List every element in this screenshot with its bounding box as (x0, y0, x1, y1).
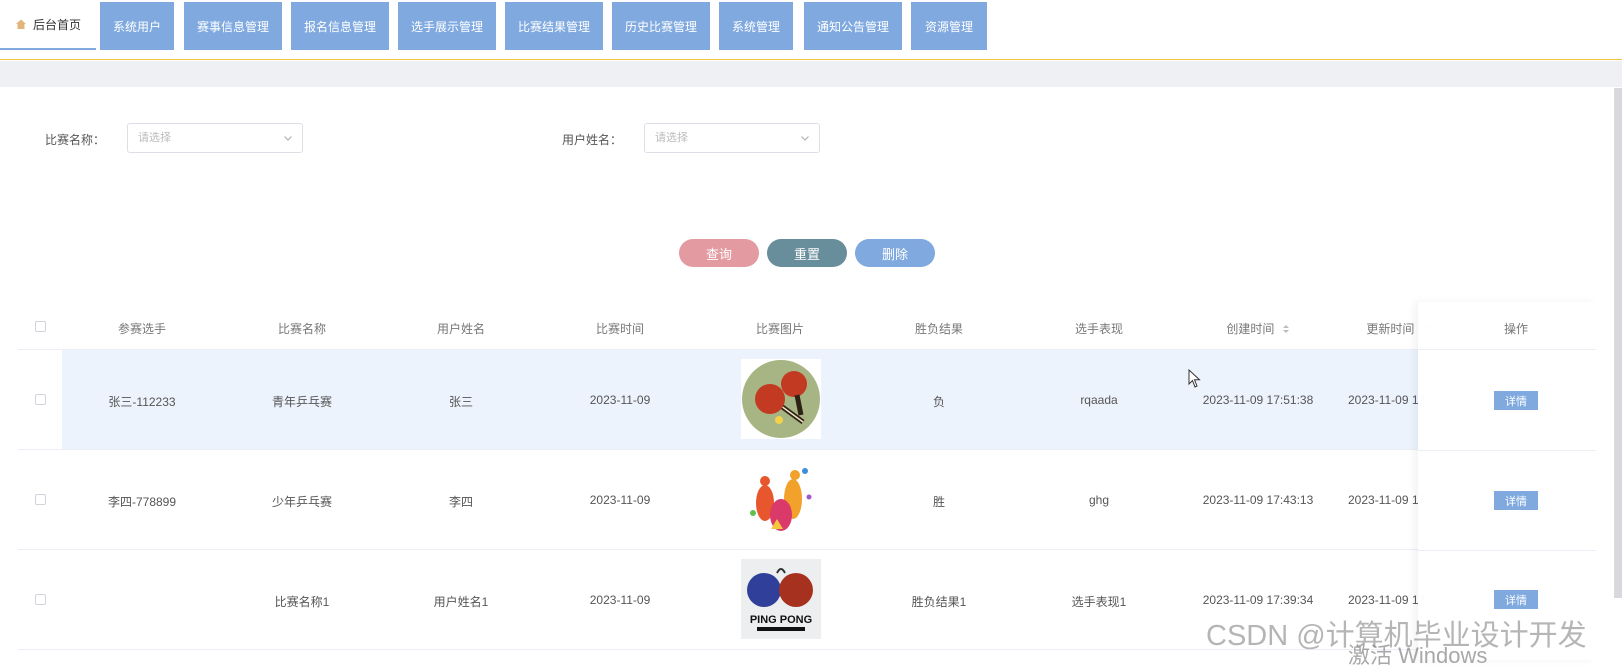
cell-created-time: 2023-11-09 17:39:34 (1202, 593, 1314, 607)
row-checkbox[interactable] (35, 594, 46, 605)
mouse-cursor-icon (1188, 369, 1201, 388)
header-user-name: 用户姓名 (436, 322, 485, 336)
user-name-label: 用户姓名： (562, 133, 623, 147)
cell-player: 张三-112233 (108, 395, 176, 409)
top-nav: 后台首页 系统用户 赛事信息管理 报名信息管理 选手展示管理 比赛结果管理 历史… (0, 0, 1622, 60)
table-row[interactable]: 李四-778899 少年乒乓赛 李四 2023-11-09 胜 ghg 2023… (18, 450, 1596, 550)
row-checkbox[interactable] (35, 494, 46, 505)
home-icon (15, 19, 26, 29)
cell-match-time: 2023-11-09 (589, 493, 651, 507)
cell-performance: ghg (1088, 493, 1110, 507)
cell-performance: rqaada (1080, 393, 1118, 407)
detail-button[interactable]: 详情 (1494, 590, 1538, 609)
detail-button[interactable]: 详情 (1494, 491, 1538, 510)
header-updated-time-label: 更新时间 (1366, 322, 1415, 336)
cell-match-name: 少年乒乓赛 (271, 495, 332, 509)
chevron-down-icon (801, 136, 809, 141)
user-name-select[interactable] (644, 123, 820, 153)
ping-pong-players-icon[interactable] (741, 459, 821, 539)
row-divider (1418, 450, 1596, 451)
vertical-scrollbar[interactable] (1614, 88, 1622, 598)
table-row[interactable]: 张三-112233 青年乒乓赛 张三 2023-11-09 负 rqaada 2… (18, 350, 1596, 450)
reset-button[interactable]: 重置 (767, 239, 847, 267)
query-button[interactable]: 查询 (679, 239, 759, 267)
header-created-time-label: 创建时间 (1226, 322, 1275, 336)
cell-match-name: 青年乒乓赛 (271, 395, 332, 409)
header-player: 参赛选手 (117, 322, 166, 336)
cell-match-name: 比赛名称1 (274, 595, 330, 609)
menu-player-showcase[interactable]: 选手展示管理 (398, 2, 496, 50)
header-operation: 操作 (1503, 322, 1528, 336)
ping-pong-paddles-icon[interactable] (741, 359, 821, 439)
header-result: 胜负结果 (914, 322, 963, 336)
menu-notice-management[interactable]: 通知公告管理 (804, 2, 902, 50)
sort-icon[interactable] (1282, 324, 1290, 334)
tab-home[interactable]: 后台首页 (0, 0, 96, 50)
cell-created-time: 2023-11-09 17:51:38 (1202, 393, 1314, 407)
header-created-time[interactable]: 创建时间 (1178, 320, 1338, 337)
header-match-name: 比赛名称 (277, 322, 326, 336)
tab-home-label: 后台首页 (32, 17, 81, 32)
cell-result: 负 (932, 395, 945, 409)
cell-match-time: 2023-11-09 (589, 593, 651, 607)
cell-result: 胜 (932, 495, 945, 509)
menu-history-matches[interactable]: 历史比赛管理 (612, 2, 710, 50)
chevron-down-icon (284, 136, 292, 141)
menu-event-info[interactable]: 赛事信息管理 (184, 2, 282, 50)
cell-match-time: 2023-11-09 (589, 393, 651, 407)
delete-button[interactable]: 删除 (855, 239, 935, 267)
cell-created-time: 2023-11-09 17:43:13 (1202, 493, 1314, 507)
header-divider (0, 61, 1622, 87)
detail-button[interactable]: 详情 (1494, 391, 1538, 410)
row-divider (1418, 550, 1596, 551)
logo-text: PING PONG (750, 614, 812, 626)
cell-user-name: 李四 (448, 495, 473, 509)
cell-player: 李四-778899 (107, 495, 177, 509)
menu-registration[interactable]: 报名信息管理 (291, 2, 389, 50)
row-checkbox[interactable] (35, 394, 46, 405)
table-header: 参赛选手 比赛名称 用户姓名 比赛时间 比赛图片 胜负结果 选手表现 创建时间 … (18, 302, 1596, 350)
menu-resource-management[interactable]: 资源管理 (911, 2, 987, 50)
cell-result: 胜负结果1 (911, 595, 967, 609)
menu-system-management[interactable]: 系统管理 (719, 2, 793, 50)
match-name-label: 比赛名称： (45, 133, 106, 147)
header-match-image: 比赛图片 (755, 322, 804, 336)
match-name-input[interactable] (128, 124, 268, 152)
user-name-input[interactable] (645, 124, 785, 152)
menu-match-results[interactable]: 比赛结果管理 (505, 2, 603, 50)
header-match-time: 比赛时间 (595, 322, 644, 336)
ping-pong-tournament-logo[interactable]: PING PONG (741, 559, 821, 639)
select-all-checkbox[interactable] (35, 321, 46, 332)
cell-performance: 选手表现1 (1071, 595, 1127, 609)
match-name-select[interactable] (127, 123, 303, 153)
cell-user-name: 用户姓名1 (433, 595, 489, 609)
windows-activation-watermark: 激活 Windows (1348, 643, 1488, 668)
menu-system-users[interactable]: 系统用户 (100, 2, 174, 50)
cell-user-name: 张三 (448, 395, 473, 409)
header-performance: 选手表现 (1074, 322, 1123, 336)
